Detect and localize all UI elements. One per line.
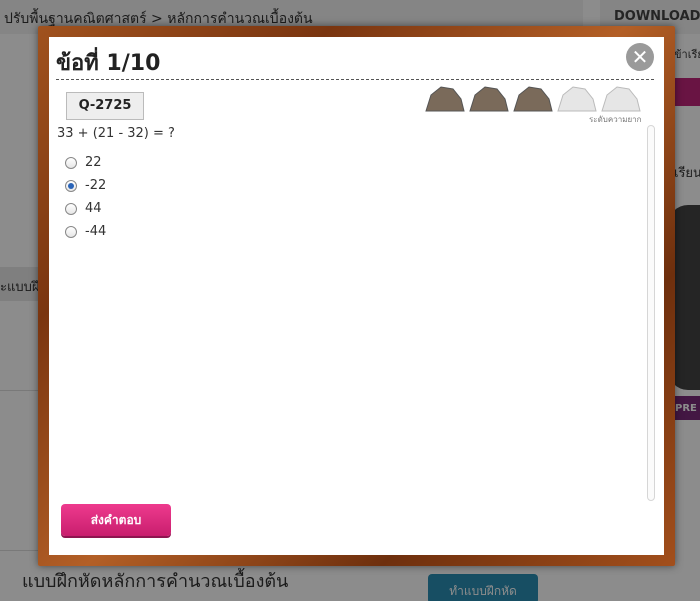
question-id-badge: Q-2725 (66, 92, 144, 120)
choice-label: 44 (85, 201, 102, 216)
answer-choice[interactable]: 22 (65, 151, 106, 174)
difficulty-rock-icon (469, 86, 509, 112)
radio-button[interactable] (65, 225, 77, 238)
title-divider (56, 79, 654, 80)
difficulty-rock-icon (601, 86, 641, 112)
question-text: 33 + (21 - 32) = ? (57, 126, 175, 141)
radio-button[interactable] (65, 179, 77, 192)
radio-button[interactable] (65, 202, 77, 215)
difficulty-rock-icon (425, 86, 465, 112)
radio-button[interactable] (65, 156, 77, 169)
answer-choices: 22 -22 44 -44 (65, 151, 106, 243)
answer-choice[interactable]: -22 (65, 174, 106, 197)
difficulty-rock-icon (513, 86, 553, 112)
close-icon[interactable]: ✕ (626, 43, 654, 71)
difficulty-rock-icon (557, 86, 597, 112)
answer-choice[interactable]: 44 (65, 197, 106, 220)
difficulty-label: ระดับความยาก (589, 115, 642, 124)
quiz-modal: ข้อที่ 1/10 ✕ Q-2725 ระดับความยาก 33 + (… (49, 37, 664, 555)
choice-label: -22 (85, 178, 107, 193)
question-counter-title: ข้อที่ 1/10 (56, 51, 161, 76)
choice-label: 22 (85, 155, 102, 170)
submit-answer-button[interactable]: ส่งคำตอบ (61, 504, 171, 536)
scrollbar[interactable] (647, 125, 655, 501)
answer-choice[interactable]: -44 (65, 220, 106, 243)
choice-label: -44 (85, 224, 107, 239)
difficulty-rating (423, 83, 643, 115)
